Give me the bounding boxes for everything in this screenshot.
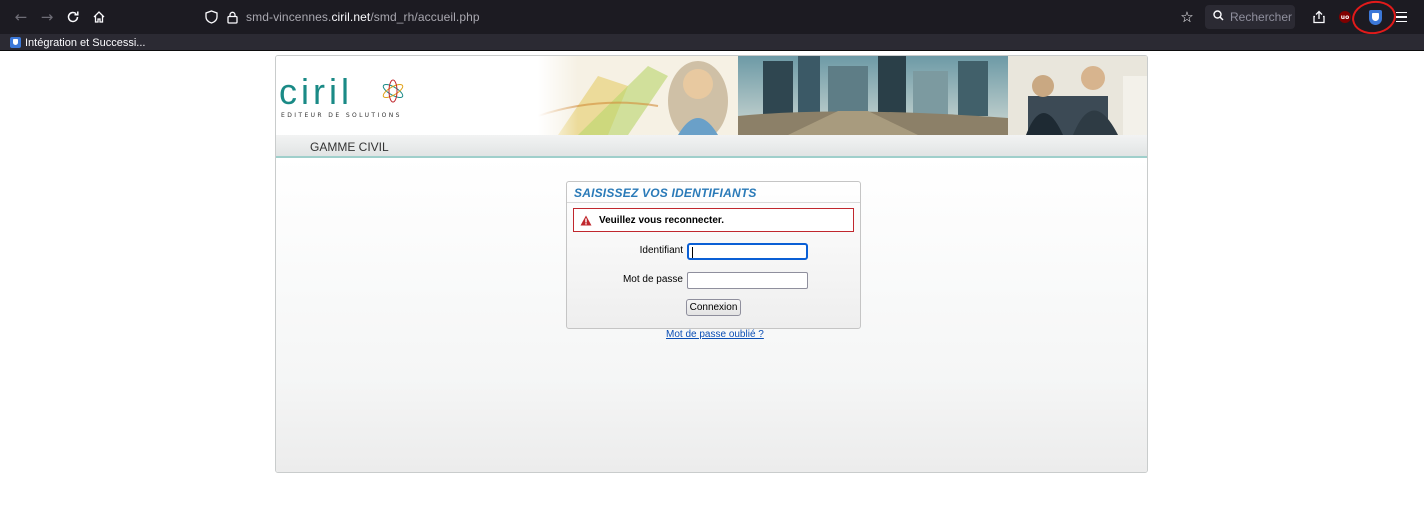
site-banner: ciril EDITEUR DE SOLUTIONS (276, 56, 1147, 135)
tab-gamme-civil[interactable]: GAMME CIVIL (310, 140, 389, 154)
text-cursor (692, 247, 693, 258)
password-input[interactable] (687, 272, 808, 289)
connexion-button[interactable]: Connexion (686, 299, 741, 316)
share-icon[interactable] (1308, 6, 1330, 28)
url-prefix: smd-vincennes. (246, 10, 332, 24)
back-arrow-icon[interactable]: ← (10, 7, 32, 27)
search-input[interactable]: Rechercher (1205, 5, 1295, 29)
lock-icon[interactable] (226, 10, 238, 24)
bookmark-item[interactable]: Intégration et Successi... (10, 35, 145, 50)
hamburger-menu-icon[interactable] (1396, 7, 1412, 27)
login-panel: SAISISSEZ VOS IDENTIFIANTS Veuillez vous… (566, 181, 861, 329)
shield-icon[interactable] (204, 10, 218, 24)
ciril-logo: ciril EDITEUR DE SOLUTIONS (279, 71, 404, 122)
browser-toolbar: ← → smd-vincennes.ciril.net/smd_rh/accue… (0, 0, 1424, 37)
identifiant-label: Identifiant (639, 245, 683, 256)
login-title: SAISISSEZ VOS IDENTIFIANTS (567, 182, 860, 203)
reload-icon[interactable] (62, 7, 84, 27)
alert-message: Veuillez vous reconnecter. (599, 214, 725, 226)
logo-text: ciril (279, 71, 353, 112)
star-icon[interactable]: ☆ (1177, 7, 1197, 27)
warning-icon (580, 215, 592, 225)
url-bar[interactable]: smd-vincennes.ciril.net/smd_rh/accueil.p… (196, 6, 1171, 28)
forgot-password-link[interactable]: Mot de passe oublié ? (666, 329, 764, 340)
tab-bar: GAMME CIVIL (276, 135, 1147, 158)
password-row: Mot de passe (567, 272, 860, 290)
banner-photo (538, 56, 1147, 135)
alert-box: Veuillez vous reconnecter. (573, 208, 854, 232)
identifiant-input[interactable] (687, 243, 808, 260)
bookmark-label: Intégration et Successi... (25, 36, 146, 49)
annotation-circle (1349, 0, 1399, 37)
url-path: /smd_rh/accueil.php (370, 10, 480, 24)
bookmarks-bar: Intégration et Successi... (0, 34, 1424, 51)
identifiant-row: Identifiant (567, 243, 860, 261)
search-placeholder: Rechercher (1230, 10, 1293, 24)
logo-star-icon (382, 79, 404, 103)
bitwarden-icon (10, 37, 21, 48)
search-icon (1213, 10, 1224, 24)
home-icon[interactable] (88, 7, 110, 27)
url-domain: ciril.net (331, 10, 371, 24)
forward-arrow-icon[interactable]: → (36, 7, 58, 27)
password-label: Mot de passe (622, 274, 683, 285)
logo-tagline: EDITEUR DE SOLUTIONS (281, 112, 402, 119)
url-text[interactable]: smd-vincennes.ciril.net/smd_rh/accueil.p… (246, 10, 480, 24)
